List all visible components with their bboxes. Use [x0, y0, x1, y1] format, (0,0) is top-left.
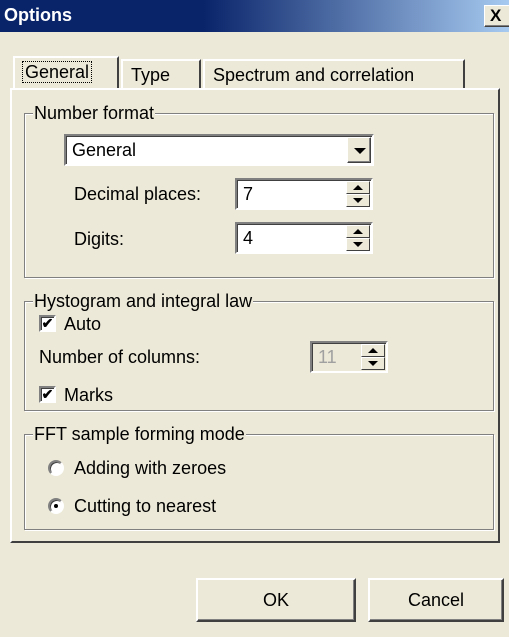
- columns-spin-buttons: [361, 344, 385, 370]
- digits-spinner[interactable]: 4: [235, 222, 373, 254]
- spin-down-icon[interactable]: [361, 357, 385, 370]
- options-dialog: Options X General Type Spectrum and corr…: [0, 0, 509, 637]
- columns-spinner[interactable]: 11: [310, 341, 388, 373]
- histogram-legend: Hystogram and integral law: [33, 290, 254, 312]
- number-format-value: General: [72, 140, 137, 160]
- check-mark-icon: ✔: [41, 386, 54, 402]
- tab-general-label: General: [21, 61, 93, 83]
- adding-with-zeroes-radio[interactable]: [48, 460, 64, 476]
- digits-spin-buttons: [346, 225, 370, 251]
- cutting-to-nearest-label: Cutting to nearest: [74, 496, 217, 516]
- spin-down-icon[interactable]: [346, 238, 370, 251]
- decimal-places-label: Decimal places:: [74, 184, 202, 204]
- decimal-places-spin-buttons: [346, 181, 370, 207]
- close-icon: X: [490, 6, 502, 25]
- ok-button[interactable]: OK: [196, 578, 356, 622]
- number-format-select[interactable]: General: [64, 134, 374, 166]
- adding-with-zeroes-label: Adding with zeroes: [74, 458, 227, 478]
- decimal-places-value: 7: [243, 184, 254, 204]
- spin-up-icon[interactable]: [346, 225, 370, 238]
- number-format-legend: Number format: [33, 102, 156, 124]
- window-title: Options: [4, 5, 72, 25]
- spin-down-icon[interactable]: [346, 194, 370, 207]
- fft-legend: FFT sample forming mode: [33, 423, 246, 445]
- tab-general[interactable]: General: [13, 56, 119, 88]
- tab-type[interactable]: Type: [121, 59, 201, 89]
- digits-label: Digits:: [74, 229, 125, 249]
- radio-selected-dot: [54, 504, 58, 508]
- marks-label: Marks: [64, 385, 113, 405]
- tab-type-label: Type: [131, 65, 171, 85]
- auto-label: Auto: [64, 314, 102, 334]
- title-bar[interactable]: Options: [0, 0, 509, 32]
- marks-checkbox[interactable]: ✔: [39, 386, 56, 403]
- tab-spectrum-label: Spectrum and correlation: [213, 65, 415, 85]
- cutting-to-nearest-radio[interactable]: [48, 498, 64, 514]
- decimal-places-spinner[interactable]: 7: [235, 178, 373, 210]
- columns-label: Number of columns:: [39, 347, 201, 367]
- digits-value: 4: [243, 228, 254, 248]
- chevron-down-icon[interactable]: [347, 137, 371, 163]
- cancel-button[interactable]: Cancel: [368, 578, 504, 622]
- check-mark-icon: ✔: [41, 315, 54, 331]
- tab-spectrum-and-correlation[interactable]: Spectrum and correlation: [203, 59, 465, 89]
- spin-up-icon[interactable]: [346, 181, 370, 194]
- close-button[interactable]: X: [484, 5, 509, 27]
- spin-up-icon[interactable]: [361, 344, 385, 357]
- auto-checkbox[interactable]: ✔: [39, 315, 56, 332]
- columns-value: 11: [318, 347, 337, 367]
